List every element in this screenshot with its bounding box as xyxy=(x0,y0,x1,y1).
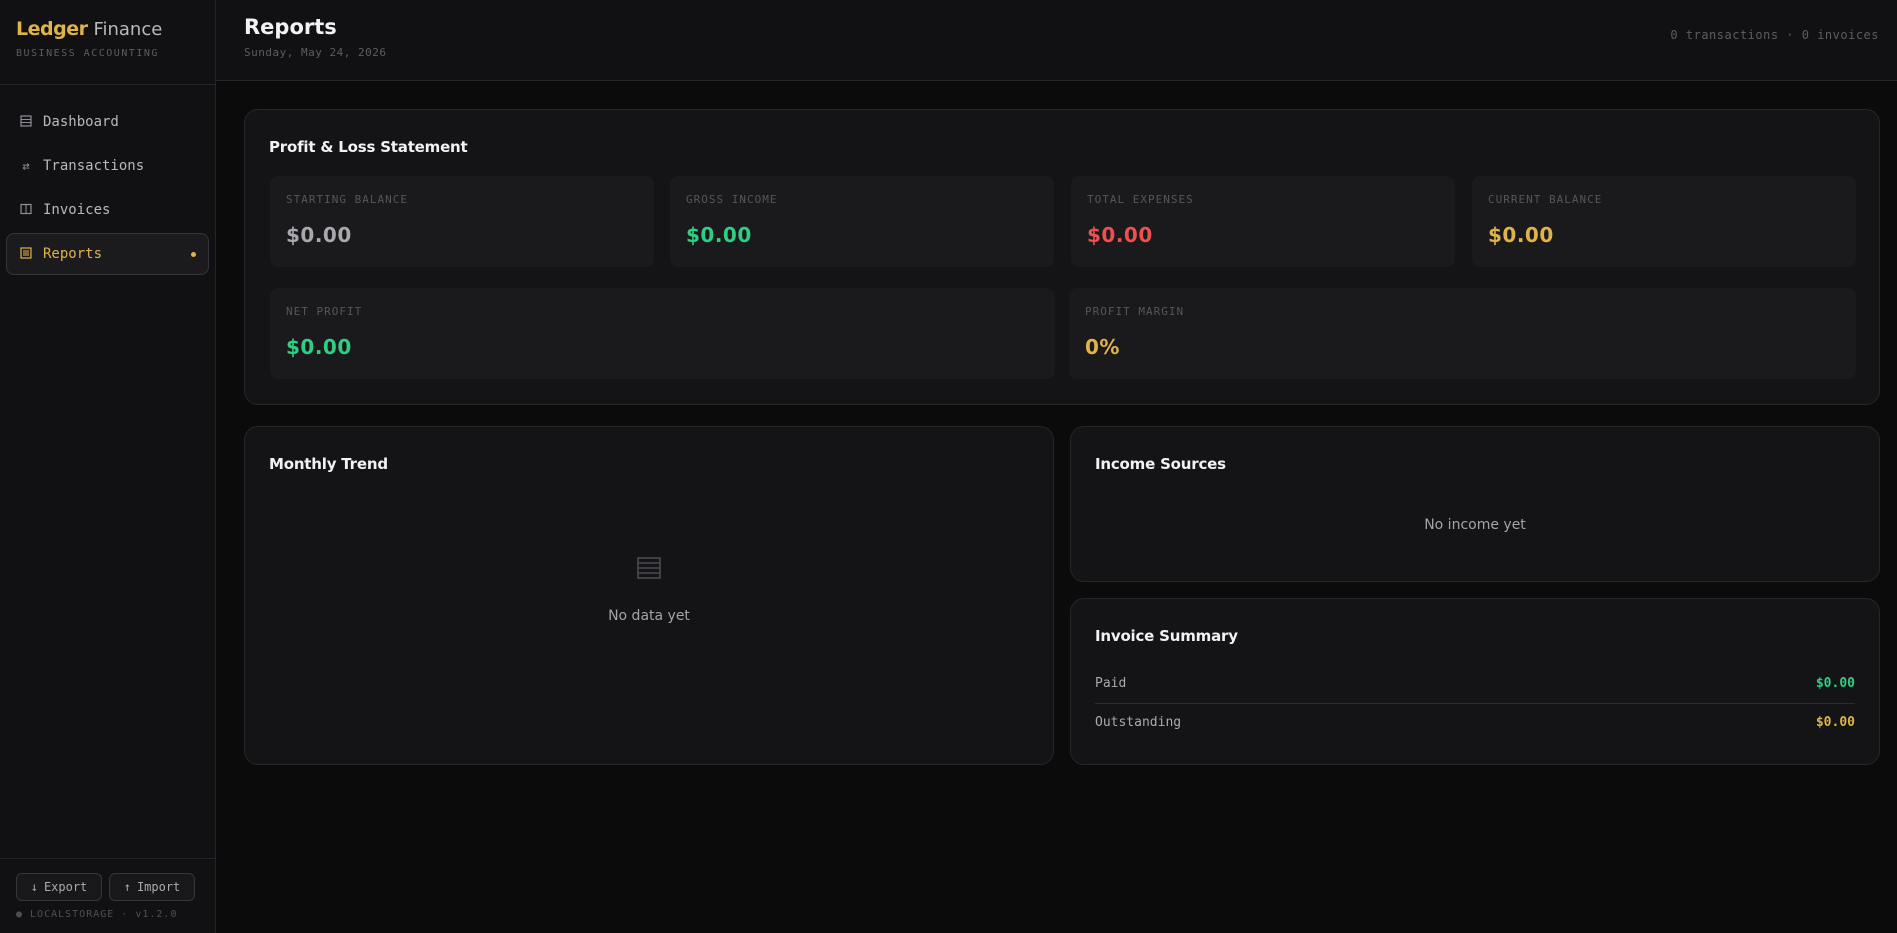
profit-loss-card: Profit & Loss Statement STARTING BALANCE… xyxy=(244,109,1880,405)
stat-value: $0.00 xyxy=(1488,223,1554,247)
brand-name: Ledger xyxy=(16,18,88,40)
stat-label: NET PROFIT xyxy=(286,305,363,318)
export-button[interactable]: ↓ Export xyxy=(16,873,102,901)
brand: Ledger Finance BUSINESS ACCOUNTING xyxy=(0,0,215,85)
card-title: Monthly Trend xyxy=(269,455,388,473)
sidebar: Ledger Finance BUSINESS ACCOUNTING Dashb… xyxy=(0,0,216,933)
stat-label: STARTING BALANCE xyxy=(286,193,408,206)
sidebar-item-reports[interactable]: Reports xyxy=(6,233,209,275)
storage-version: ● LOCALSTORAGE · v1.2.0 xyxy=(16,909,178,920)
card-title: Income Sources xyxy=(1095,455,1226,473)
invoice-summary-card: Invoice Summary Paid $0.00 Outstanding $… xyxy=(1070,598,1880,765)
summary-label: Paid xyxy=(1095,675,1127,691)
dashboard-grid-icon xyxy=(19,115,33,129)
arrow-up-icon: ↑ xyxy=(123,880,131,894)
page-header: Reports Sunday, May 24, 2026 0 transacti… xyxy=(216,0,1897,81)
arrow-down-icon: ↓ xyxy=(30,880,38,894)
stat-label: CURRENT BALANCE xyxy=(1488,193,1603,206)
stat-value: $0.00 xyxy=(1087,223,1153,247)
sidebar-item-invoices[interactable]: Invoices xyxy=(6,189,209,231)
export-label: Export xyxy=(43,880,88,894)
stat-current-balance: CURRENT BALANCE $0.00 xyxy=(1472,176,1856,267)
income-sources-card: Income Sources No income yet xyxy=(1070,426,1880,582)
empty-table-icon xyxy=(637,557,661,579)
monthly-trend-card: Monthly Trend No data yet xyxy=(244,426,1054,765)
sidebar-item-label: Dashboard xyxy=(43,114,119,130)
sidebar-item-label: Transactions xyxy=(43,158,145,174)
stat-label: TOTAL EXPENSES xyxy=(1087,193,1194,206)
active-indicator-dot xyxy=(191,252,196,257)
stat-value: $0.00 xyxy=(286,223,352,247)
card-title: Invoice Summary xyxy=(1095,627,1238,645)
stat-value: 0% xyxy=(1085,335,1120,359)
empty-state-text: No data yet xyxy=(608,608,690,624)
summary-value: $0.00 xyxy=(1815,675,1855,691)
sidebar-item-transactions[interactable]: ⇄ Transactions xyxy=(6,145,209,187)
summary-row-outstanding: Outstanding $0.00 xyxy=(1095,703,1855,741)
brand-tagline: BUSINESS ACCOUNTING xyxy=(16,48,159,59)
import-label: Import xyxy=(136,880,181,894)
page-date: Sunday, May 24, 2026 xyxy=(244,46,387,59)
summary-value: $0.00 xyxy=(1815,714,1855,730)
stat-starting-balance: STARTING BALANCE $0.00 xyxy=(270,176,654,267)
stat-gross-income: GROSS INCOME $0.00 xyxy=(670,176,1054,267)
stat-profit-margin: PROFIT MARGIN 0% xyxy=(1069,288,1856,379)
stat-value: $0.00 xyxy=(686,223,752,247)
sidebar-footer: ↓ Export ↑ Import ● LOCALSTORAGE · v1.2.… xyxy=(0,858,216,933)
sidebar-nav: Dashboard ⇄ Transactions Invoices Report… xyxy=(0,85,215,275)
summary-label: Outstanding xyxy=(1095,714,1182,730)
stat-label: PROFIT MARGIN xyxy=(1085,305,1185,318)
stat-net-profit: NET PROFIT $0.00 xyxy=(270,288,1055,379)
invoice-columns-icon xyxy=(19,203,33,217)
empty-state-text: No income yet xyxy=(1424,517,1526,533)
import-button[interactable]: ↑ Import xyxy=(109,873,195,901)
stat-label: GROSS INCOME xyxy=(686,193,778,206)
brand-suffix: Finance xyxy=(93,19,163,40)
sidebar-item-label: Reports xyxy=(43,246,103,262)
stat-value: $0.00 xyxy=(286,335,352,359)
stat-total-expenses: TOTAL EXPENSES $0.00 xyxy=(1071,176,1455,267)
summary-row-paid: Paid $0.00 xyxy=(1095,664,1855,702)
card-title: Profit & Loss Statement xyxy=(269,138,468,156)
sidebar-item-label: Invoices xyxy=(43,202,111,218)
header-stats: 0 transactions · 0 invoices xyxy=(1670,28,1879,42)
sidebar-item-dashboard[interactable]: Dashboard xyxy=(6,101,209,143)
page-title: Reports xyxy=(244,15,337,39)
arrows-exchange-icon: ⇄ xyxy=(22,159,30,173)
report-list-icon xyxy=(19,247,33,261)
